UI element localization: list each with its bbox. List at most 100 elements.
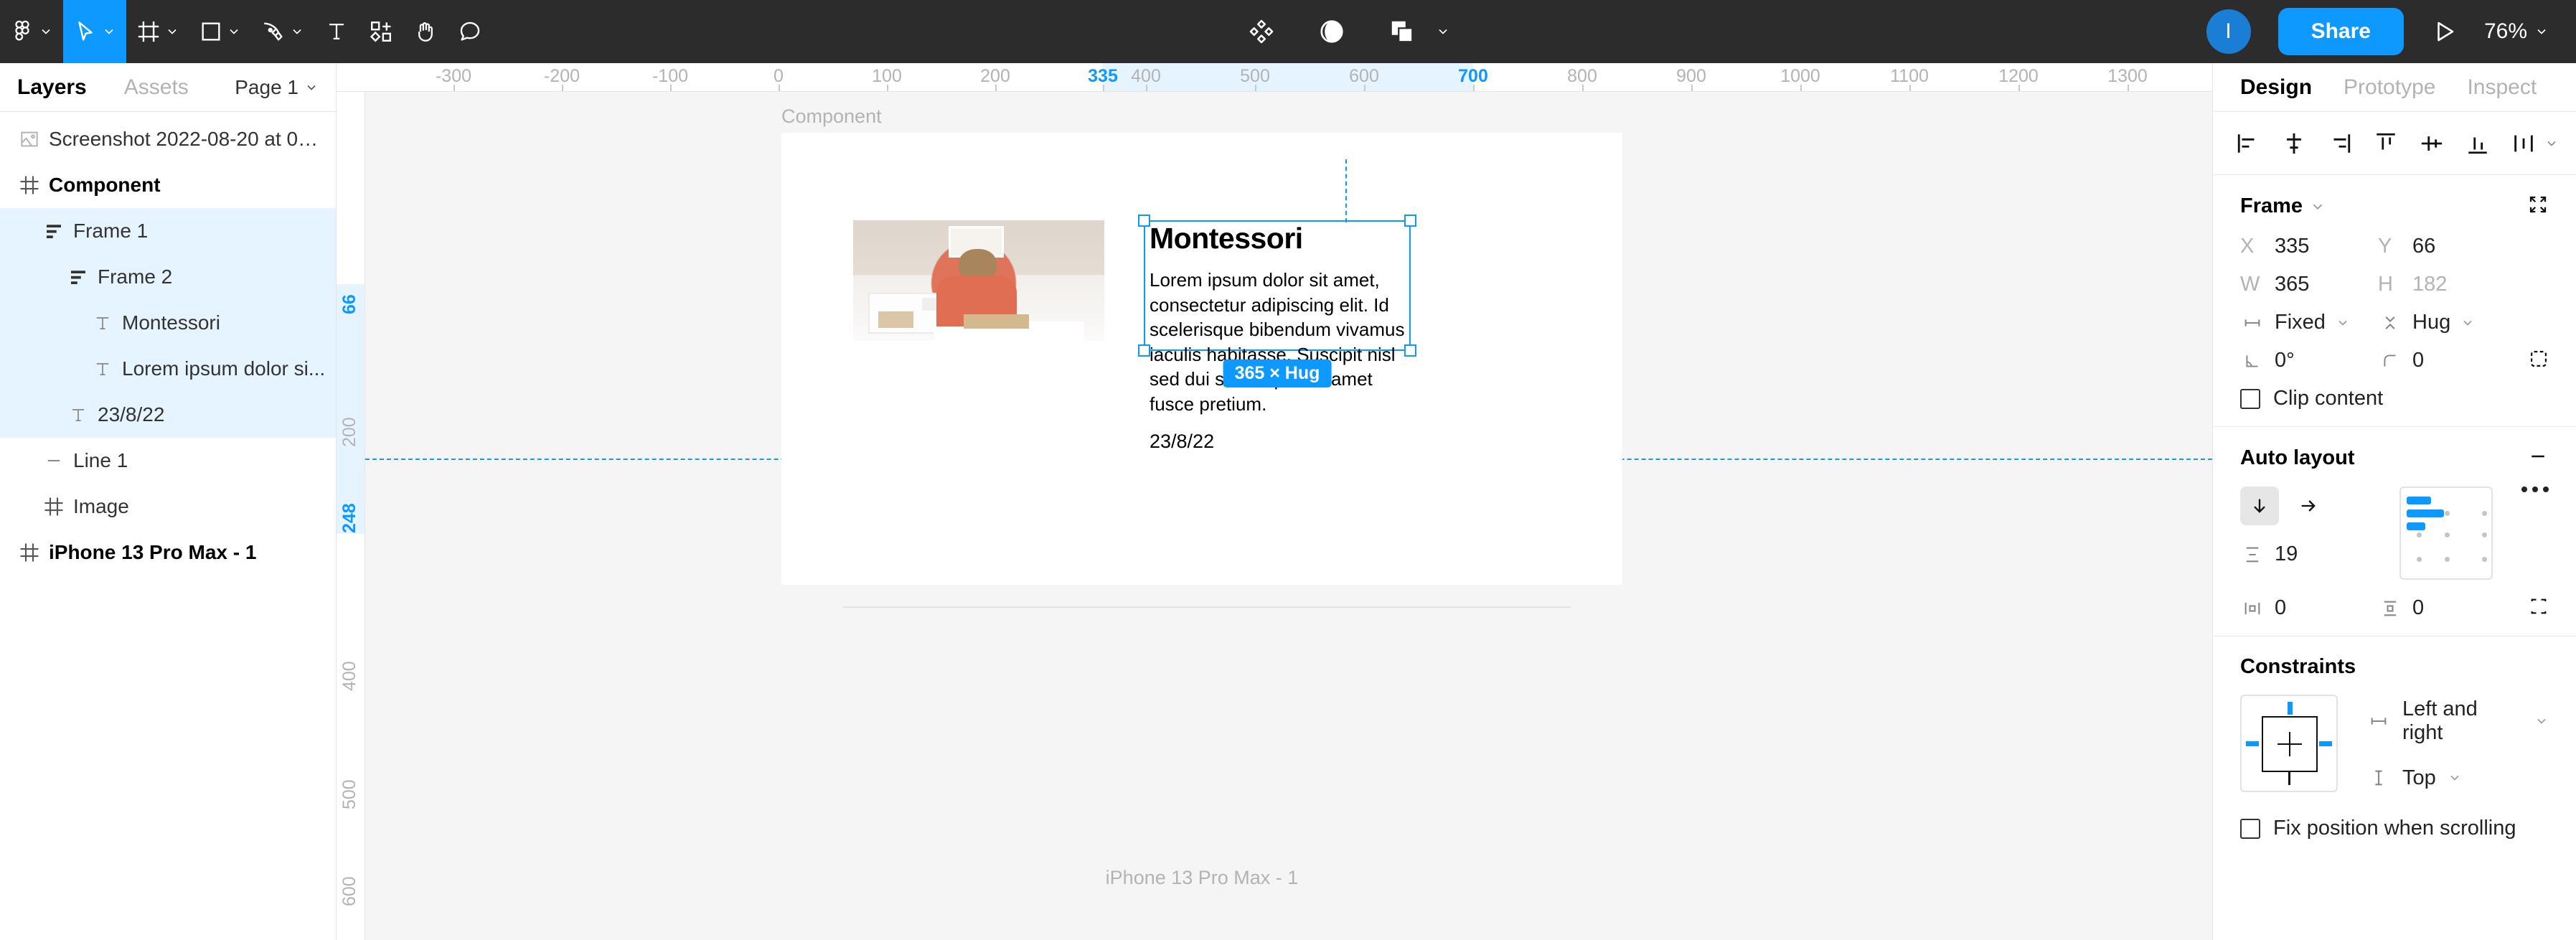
- vertical-constraint-icon: [2366, 768, 2391, 788]
- corner-radius-field[interactable]: 0: [2378, 349, 2516, 372]
- resize-handle-top-left[interactable]: [1138, 215, 1150, 227]
- move-tool-button[interactable]: [63, 0, 126, 63]
- gap-field[interactable]: 19: [2240, 542, 2378, 566]
- horizontal-ruler[interactable]: -300 -200 -100 0 100 200 335 400 500 600 700 800 900…: [337, 63, 2212, 92]
- constraint-nub-right[interactable]: [2319, 741, 2332, 746]
- tab-prototype[interactable]: Prototype: [2344, 75, 2435, 100]
- resize-handle-top-right[interactable]: [1404, 215, 1416, 227]
- ruler-tick: 900: [1676, 66, 1706, 86]
- layer-row[interactable]: Line 1: [0, 438, 336, 484]
- page-selector[interactable]: Page 1: [235, 76, 319, 99]
- layer-row[interactable]: Frame 2: [0, 254, 336, 300]
- chevron-down-icon: [2338, 320, 2347, 326]
- alignment-pad[interactable]: [2399, 487, 2493, 580]
- layer-row[interactable]: Screenshot 2022-08-20 at 08.41 1: [0, 116, 336, 162]
- align-right-icon[interactable]: [2328, 131, 2352, 156]
- hand-tool-button[interactable]: [403, 0, 448, 63]
- align-horizontal-center-icon[interactable]: [2282, 131, 2306, 156]
- comment-tool-button[interactable]: [448, 0, 492, 63]
- chevron-down-icon: [39, 24, 53, 39]
- layer-row[interactable]: Component: [0, 162, 336, 208]
- bottom-frame-label[interactable]: iPhone 13 Pro Max - 1: [781, 867, 1622, 889]
- image-icon: [10, 128, 49, 150]
- constraint-nub-top[interactable]: [2288, 702, 2293, 715]
- distribute-icon[interactable]: [2511, 131, 2559, 156]
- text-tool-button[interactable]: [314, 0, 359, 63]
- frame-tool-button[interactable]: [126, 0, 189, 63]
- ruler-mark: [1691, 85, 1693, 91]
- align-left-icon[interactable]: [2236, 131, 2260, 156]
- align-vertical-center-icon[interactable]: [2420, 131, 2444, 156]
- layer-row[interactable]: Frame 1: [0, 208, 336, 254]
- vertical-constraint-select[interactable]: Top: [2366, 766, 2549, 790]
- align-bottom-icon[interactable]: [2465, 131, 2490, 156]
- artboard-label[interactable]: Component: [781, 105, 882, 128]
- resources-tool-button[interactable]: [359, 0, 403, 63]
- frame-section-title[interactable]: Frame: [2240, 194, 2326, 218]
- autolayout-vertical-icon: [34, 220, 73, 242]
- selected-frame[interactable]: Montessori Lorem ipsum dolor sit amet, c…: [1138, 215, 1416, 452]
- layer-row[interactable]: Lorem ipsum dolor si...: [0, 346, 336, 392]
- more-horizontal-icon[interactable]: [2521, 487, 2549, 492]
- rotation-field[interactable]: 0°: [2240, 349, 2378, 372]
- y-value: 66: [2412, 235, 2436, 258]
- pen-tool-button[interactable]: [251, 0, 314, 63]
- card-title[interactable]: Montessori: [1150, 222, 1405, 254]
- constraint-nub-bottom[interactable]: [2288, 772, 2290, 785]
- horizontal-constraint-select[interactable]: Left and right: [2366, 697, 2549, 745]
- photo-image[interactable]: [853, 220, 1104, 341]
- tab-layers[interactable]: Layers: [17, 75, 87, 100]
- ruler-tick-vertical: 248: [339, 503, 359, 533]
- direction-horizontal-button[interactable]: [2289, 487, 2328, 525]
- vertical-ruler[interactable]: 66 200 248 400 500 600: [337, 92, 365, 940]
- layer-label: Line 1: [73, 449, 128, 471]
- frame-section-title-label: Frame: [2240, 194, 2303, 217]
- direction-vertical-button[interactable]: [2240, 487, 2279, 525]
- vertical-padding-field[interactable]: 0: [2378, 596, 2516, 620]
- remove-auto-layout-icon[interactable]: [2527, 446, 2549, 471]
- tab-inspect[interactable]: Inspect: [2467, 75, 2537, 100]
- figma-menu-button[interactable]: [0, 0, 63, 63]
- horizontal-resizing-select[interactable]: Fixed: [2240, 311, 2378, 334]
- tab-assets[interactable]: Assets: [124, 75, 189, 100]
- smart-guide-vertical: [1345, 159, 1347, 222]
- clip-content-checkbox[interactable]: Clip content: [2240, 387, 2549, 410]
- scale-to-fit-icon[interactable]: [2527, 194, 2549, 219]
- mask-circle-icon[interactable]: [1318, 18, 1345, 45]
- card-date[interactable]: 23/8/22: [1150, 431, 1405, 453]
- shape-tool-button[interactable]: [189, 0, 251, 63]
- present-play-icon[interactable]: [2431, 19, 2457, 44]
- independent-corners-icon[interactable]: [2529, 349, 2549, 372]
- y-field[interactable]: Y 66: [2378, 235, 2516, 258]
- resize-handle-bottom-right[interactable]: [1404, 344, 1416, 357]
- ruler-tick: 1100: [1890, 66, 1929, 86]
- zoom-level-selector[interactable]: 76%: [2484, 19, 2549, 44]
- artboard-component[interactable]: Component Montessori Lorem ipsum dolor s…: [781, 105, 1622, 608]
- individual-padding-icon[interactable]: [2529, 596, 2549, 620]
- boolean-union-icon[interactable]: [1388, 18, 1450, 45]
- layer-row[interactable]: 23/8/22: [0, 392, 336, 438]
- horizontal-constraint-value: Left and right: [2402, 697, 2478, 744]
- x-field[interactable]: X 335: [2240, 235, 2378, 258]
- fix-position-checkbox[interactable]: Fix position when scrolling: [2240, 817, 2549, 840]
- component-diamond-icon[interactable]: [1248, 18, 1275, 45]
- height-field[interactable]: H 182: [2378, 273, 2516, 296]
- resize-handle-bottom-left[interactable]: [1138, 344, 1150, 357]
- layer-row[interactable]: Montessori: [0, 300, 336, 346]
- constraint-nub-left[interactable]: [2246, 741, 2259, 746]
- align-top-icon[interactable]: [2374, 131, 2398, 156]
- y-label: Y: [2378, 235, 2392, 258]
- layer-row[interactable]: Image: [0, 484, 336, 530]
- layer-row[interactable]: iPhone 13 Pro Max - 1: [0, 530, 336, 575]
- share-button[interactable]: Share: [2277, 8, 2404, 55]
- canvas-viewport[interactable]: Component Montessori Lorem ipsum dolor s…: [365, 92, 2212, 940]
- tab-design[interactable]: Design: [2240, 75, 2312, 100]
- ruler-mark: [1582, 85, 1584, 91]
- horizontal-padding-field[interactable]: 0: [2240, 596, 2378, 620]
- divider-line: [843, 606, 1571, 608]
- constraints-widget[interactable]: [2240, 695, 2338, 792]
- avatar[interactable]: I: [2206, 9, 2251, 54]
- width-field[interactable]: W 365: [2240, 273, 2378, 296]
- vertical-resizing-select[interactable]: Hug: [2378, 311, 2516, 334]
- card-body-text[interactable]: Lorem ipsum dolor sit amet, consectetur …: [1150, 268, 1405, 416]
